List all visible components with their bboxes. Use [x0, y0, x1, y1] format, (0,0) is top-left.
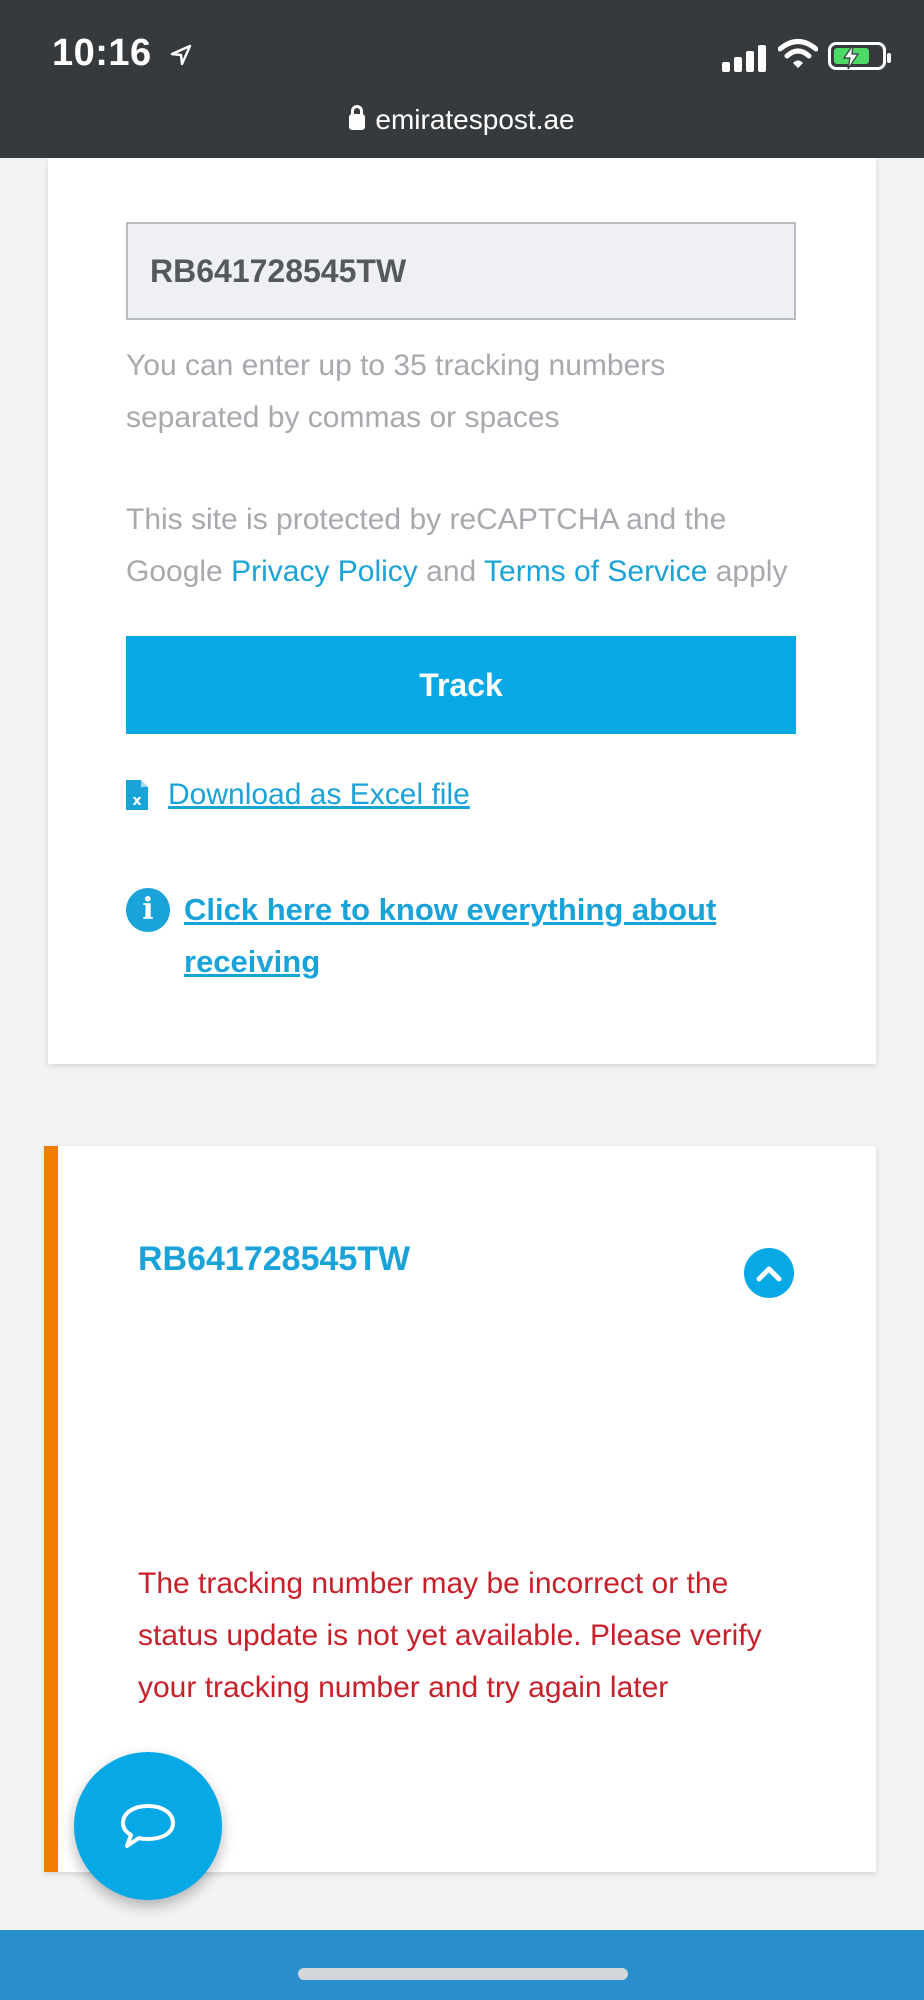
collapse-toggle[interactable]: [744, 1248, 794, 1298]
tracking-form-card: You can enter up to 35 tracking numbers …: [48, 158, 876, 1064]
url-text: emiratespost.ae: [375, 104, 575, 135]
svg-text:x: x: [132, 793, 141, 809]
chevron-up-icon: [756, 1266, 782, 1282]
status-accent-bar: [44, 1146, 58, 1872]
chat-bubble-icon: [121, 1804, 175, 1848]
time-text: 10:16: [52, 32, 152, 74]
captcha-and-text: and: [426, 555, 477, 588]
receiving-info-link[interactable]: i Click here to know everything about re…: [126, 884, 806, 988]
error-message: The tracking number may be incorrect or …: [138, 1567, 762, 1704]
info-icon: i: [126, 888, 170, 932]
signal-icon: [722, 42, 766, 72]
input-hint: You can enter up to 35 tracking numbers …: [126, 349, 666, 434]
status-time: 10:16: [52, 32, 193, 75]
home-indicator[interactable]: [298, 1968, 628, 1980]
tracking-number-input[interactable]: [126, 222, 796, 320]
recaptcha-notice: This site is protected by reCAPTCHA and …: [126, 494, 826, 598]
captcha-suffix-text: apply: [715, 555, 788, 588]
address-bar[interactable]: emiratespost.ae: [0, 104, 924, 136]
browser-top-bar: 10:16 emiratespost.ae: [0, 0, 924, 158]
track-button[interactable]: Track: [126, 636, 796, 734]
download-excel-link[interactable]: x Download as Excel file: [126, 778, 470, 812]
download-excel-label: Download as Excel file: [168, 778, 470, 811]
wifi-icon: [778, 39, 818, 68]
battery-charging-icon: [828, 42, 891, 70]
lock-icon: [349, 105, 366, 130]
bottom-bar: [0, 1930, 924, 2000]
excel-file-icon: x: [126, 780, 148, 810]
location-arrow-icon: [170, 44, 191, 66]
privacy-policy-link[interactable]: Privacy Policy: [231, 555, 418, 588]
receiving-info-label: Click here to know everything about rece…: [184, 892, 717, 979]
chat-button[interactable]: [74, 1752, 222, 1900]
terms-of-service-link[interactable]: Terms of Service: [484, 555, 707, 588]
result-tracking-number: RB641728545TW: [138, 1240, 411, 1278]
